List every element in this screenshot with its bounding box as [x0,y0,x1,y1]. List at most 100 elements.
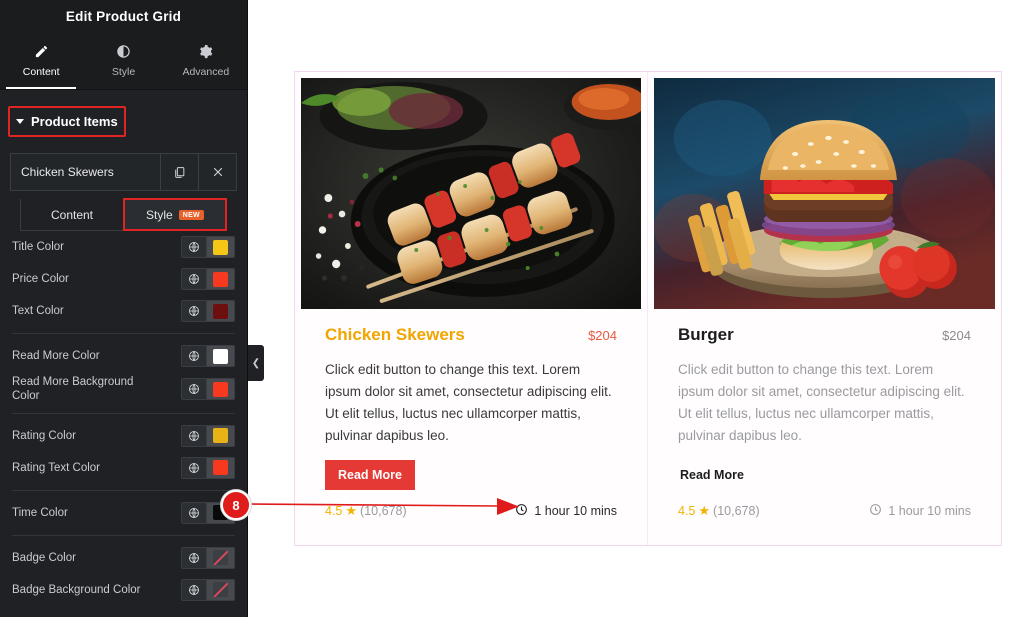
clock-icon [869,503,882,519]
repeater-item-row[interactable]: Chicken Skewers [10,153,237,191]
chicken-skewers-photo [301,78,641,309]
color-swatch-button[interactable] [207,301,234,321]
color-swatch-button[interactable] [207,457,234,478]
color-swatch-button[interactable] [207,579,234,600]
style-controls: Title Color Price Color Text Color Read … [10,231,237,606]
color-widget[interactable] [181,300,235,322]
subtab-content-label: Content [50,207,94,222]
color-widget[interactable] [181,546,235,569]
color-widget[interactable] [181,456,235,479]
product-card[interactable]: Burger $204 Click edit button to change … [648,72,1001,545]
tab-advanced-label: Advanced [182,65,230,78]
control-label: Badge Background Color [12,583,141,596]
rating: 4.5 ★ (10,678) [678,503,760,519]
color-swatch-button[interactable] [207,547,234,568]
pencil-icon [34,44,49,59]
app-root: Edit Product Grid Content Style Advanced [0,0,1024,617]
control-badge-background-color: Badge Background Color [10,574,237,606]
globe-icon[interactable] [182,237,207,257]
color-widget[interactable] [181,345,235,367]
editor-panel: Edit Product Grid Content Style Advanced [0,0,248,617]
rating-value: 4.5 [678,504,696,518]
control-label: Time Color [12,506,68,519]
color-swatch [213,381,228,397]
control-label: Title Color [12,240,64,253]
card-title: Burger [678,325,734,344]
color-swatch-transparent [213,582,228,598]
color-widget[interactable] [181,578,235,601]
tab-advanced[interactable]: Advanced [165,32,247,89]
chevron-down-icon [16,119,24,124]
color-swatch-button[interactable] [207,269,234,289]
subtab-content[interactable]: Content [21,199,124,230]
repeater: Chicken Skewers Content Style NEW [10,153,237,231]
card-title: Chicken Skewers [325,325,465,344]
color-swatch [213,348,228,364]
color-widget[interactable] [181,268,235,290]
card-description: Click edit button to change this text. L… [325,362,612,443]
control-title-color: Title Color [10,231,237,263]
control-label: Rating Color [12,429,76,442]
contrast-icon [116,44,131,59]
time-text: 1 hour 10 mins [888,504,971,518]
control-price-color: Price Color [10,263,237,295]
color-swatch [213,239,228,255]
control-read-more-color: Read More Color [10,340,237,372]
chevron-left-icon: ❮ [251,357,261,369]
divider [12,534,235,536]
card-title-row: Burger $204 [678,325,971,345]
control-label: Price Color [12,272,69,285]
color-swatch-button[interactable] [207,346,234,366]
globe-icon[interactable] [182,425,207,446]
panel-collapse-handle[interactable]: ❮ [248,345,264,381]
tab-style[interactable]: Style [82,32,164,89]
control-text-color: Text Color [10,295,237,327]
divider [12,489,235,491]
globe-icon[interactable] [182,547,207,568]
repeater-item-title: Chicken Skewers [21,165,114,179]
globe-icon[interactable] [182,457,207,478]
product-grid: Chicken Skewers $204 Click edit button t… [294,71,1002,546]
color-swatch-button[interactable] [207,237,234,257]
gear-icon [198,44,213,59]
tab-content[interactable]: Content [0,32,82,89]
control-time-color: Time Color [10,497,237,529]
control-read-more-background-color: Read More Background Color [10,372,237,407]
rating-value: 4.5 [325,504,343,518]
color-widget[interactable] [181,424,235,447]
color-widget[interactable] [181,236,235,258]
rating-count: (10,678) [360,504,407,518]
color-swatch-button[interactable] [207,379,234,400]
panel-tabs: Content Style Advanced [0,32,247,90]
new-badge: NEW [178,209,204,220]
rating: 4.5 ★ (10,678) [325,503,407,519]
divider [12,412,235,414]
section-product-items-label: Product Items [31,114,118,129]
read-more-button[interactable]: Read More [325,460,415,491]
card-body: Burger $204 Click edit button to change … [648,309,1001,545]
duplicate-icon[interactable] [160,154,198,190]
time-chip: 1 hour 10 mins [869,503,971,519]
close-icon[interactable] [198,154,236,190]
tab-style-label: Style [111,65,136,78]
color-swatch-button[interactable] [207,425,234,446]
control-rating-color: Rating Color [10,420,237,452]
card-price: $204 [588,328,617,343]
color-widget[interactable] [181,378,235,401]
control-badge-color: Badge Color [10,542,237,574]
globe-icon[interactable] [182,502,207,523]
globe-icon[interactable] [182,379,207,400]
globe-icon[interactable] [182,346,207,366]
globe-icon[interactable] [182,579,207,600]
read-more-button[interactable]: Read More [678,460,746,490]
subtab-style[interactable]: Style NEW [123,198,227,231]
product-card[interactable]: Chicken Skewers $204 Click edit button t… [295,72,648,545]
globe-icon[interactable] [182,301,207,321]
divider [12,333,235,334]
color-swatch-transparent [213,550,228,566]
control-label: Badge Color [12,551,76,564]
clock-icon [515,503,528,519]
globe-icon[interactable] [182,269,207,289]
section-product-items[interactable]: Product Items [8,106,126,137]
card-body: Chicken Skewers $204 Click edit button t… [295,309,647,545]
